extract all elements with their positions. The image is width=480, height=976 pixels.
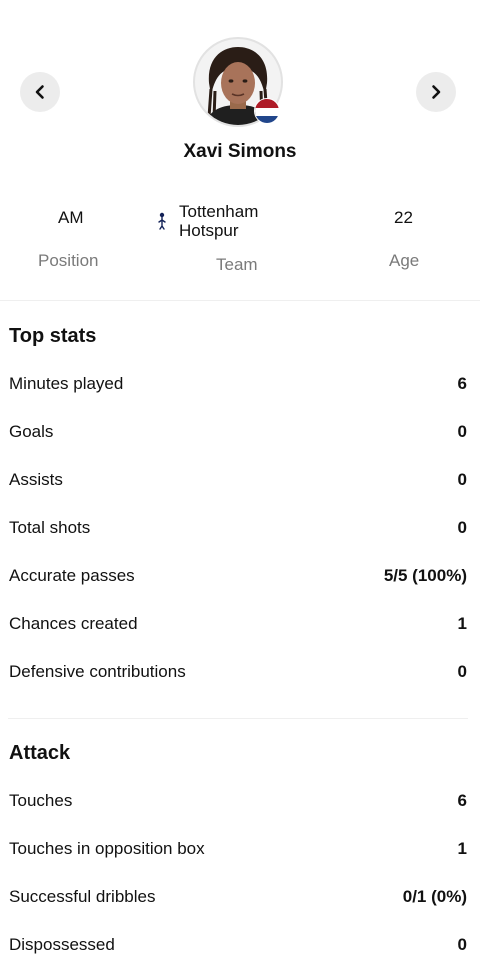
chevron-left-icon <box>35 85 44 99</box>
stat-value: 1 <box>457 839 467 858</box>
team-name-line2: Hotspur <box>179 221 239 240</box>
stat-value: 6 <box>457 374 467 393</box>
stat-row: Touches in opposition box 1 <box>9 839 467 863</box>
netherlands-flag-icon <box>254 98 280 124</box>
stat-row: Dispossessed 0 <box>9 935 467 959</box>
team-name-line1: Tottenham <box>179 202 259 221</box>
age-value: 22 <box>394 208 413 227</box>
stat-label: Dispossessed <box>9 935 115 954</box>
age-label: Age <box>389 251 420 270</box>
stat-value: 0 <box>457 935 467 954</box>
previous-player-button[interactable] <box>20 72 60 112</box>
stat-value: 1 <box>457 614 467 633</box>
stat-label: Touches <box>9 791 73 810</box>
stat-value: 5/5 (100%) <box>383 566 467 585</box>
stat-label: Successful dribbles <box>9 887 156 906</box>
section-title-attack: Attack <box>9 742 71 764</box>
header-divider <box>0 300 480 301</box>
stat-value: 0 <box>457 662 467 681</box>
stat-value: 0 <box>457 470 467 489</box>
stat-row: Accurate passes 5/5 (100%) <box>9 566 467 590</box>
stat-row: Successful dribbles 0/1 (0%) <box>9 887 467 911</box>
team-value[interactable]: Tottenham Hotspur <box>179 202 258 240</box>
stat-label: Total shots <box>9 518 91 537</box>
stat-row: Total shots 0 <box>9 518 467 542</box>
section-divider <box>8 718 468 719</box>
stat-label: Defensive contributions <box>9 662 186 681</box>
position-value: AM <box>58 208 84 227</box>
stat-row: Minutes played 6 <box>9 374 467 398</box>
stat-row: Goals 0 <box>9 422 467 446</box>
stat-row: Chances created 1 <box>9 614 467 638</box>
stat-row: Assists 0 <box>9 470 467 494</box>
section-title-top-stats: Top stats <box>9 325 97 347</box>
stat-label: Touches in opposition box <box>9 839 205 858</box>
stat-value: 6 <box>457 791 467 810</box>
player-name: Xavi Simons <box>183 141 297 162</box>
stat-label: Minutes played <box>9 374 124 393</box>
stat-value: 0/1 (0%) <box>402 887 467 906</box>
next-player-button[interactable] <box>416 72 456 112</box>
stat-row: Touches 6 <box>9 791 467 815</box>
stat-row: Defensive contributions 0 <box>9 662 467 686</box>
stat-label: Goals <box>9 422 54 441</box>
player-avatar-container <box>193 37 283 127</box>
stat-label: Assists <box>9 470 63 489</box>
stat-label: Chances created <box>9 614 138 633</box>
chevron-right-icon <box>432 85 441 99</box>
position-label: Position <box>38 251 99 270</box>
stat-value: 0 <box>457 518 467 537</box>
tottenham-badge-icon <box>158 212 166 230</box>
stat-value: 0 <box>457 422 467 441</box>
stat-label: Accurate passes <box>9 566 135 585</box>
team-label: Team <box>216 255 258 274</box>
